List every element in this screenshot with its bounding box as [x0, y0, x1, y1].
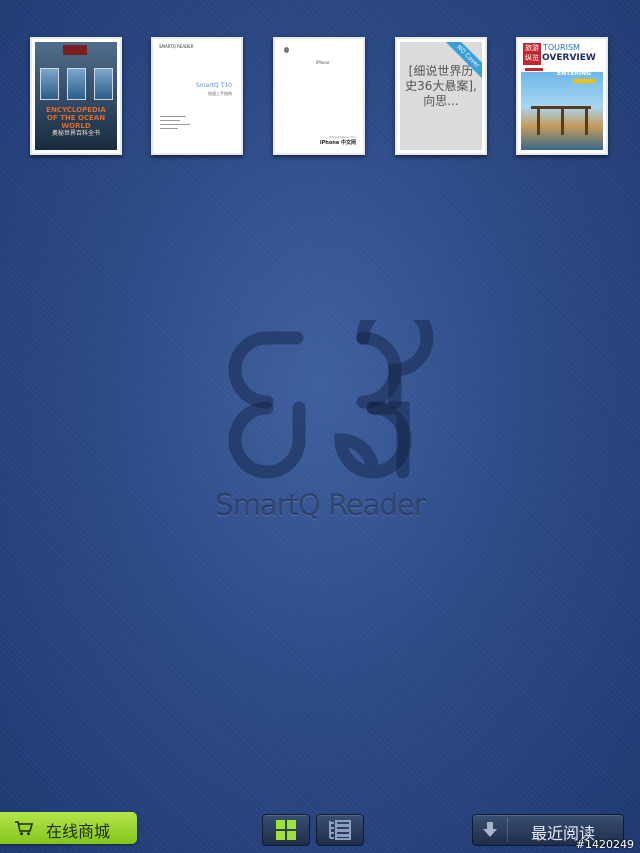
cover-subtitle: 快速上手指南: [208, 91, 232, 96]
cover-title: SmartQ T10: [195, 82, 232, 89]
grid-view-button[interactable]: [262, 814, 310, 846]
cover-title-top: TOURISM: [543, 43, 580, 52]
cover-title-line: ENCYCLOPEDIA: [46, 106, 106, 114]
divider: [160, 124, 190, 125]
cover-title: [细说世界历史36大悬案],向思...: [405, 64, 477, 108]
list-view-icon: [329, 820, 351, 840]
book-cover-history-mysteries[interactable]: [细说世界历史36大悬案],向思... NO Cover: [395, 37, 487, 155]
cart-icon: [15, 821, 34, 836]
divider: [507, 818, 508, 842]
cover-header: SMARTQ READER: [159, 44, 194, 49]
cover-art: 旅游纵览 TOURISM OVERVIEW ENTERING: [521, 42, 603, 150]
cover-title: OVERVIEW: [542, 53, 596, 63]
book-cover-smartq-guide[interactable]: SMARTQ READER SmartQ T10 快速上手指南: [151, 37, 243, 155]
publisher-logo: [63, 45, 87, 55]
cover-subtitle: 奥秘世界百科全书: [51, 130, 100, 137]
cover-art: iPhone iPhone.tgbus.com iPhone 中文网: [278, 42, 360, 150]
cover-stripe: [573, 79, 595, 83]
online-store-button[interactable]: 在线商城: [0, 812, 137, 844]
cover-masthead: 旅游纵览: [523, 43, 541, 65]
cover-title: iPhone: [316, 60, 330, 65]
online-store-label: 在线商城: [46, 822, 111, 841]
download-arrow-icon: [483, 822, 497, 837]
cover-stripe: [525, 68, 543, 71]
cover-photo-post: [585, 109, 588, 135]
list-view-button[interactable]: [316, 814, 364, 846]
divider: [160, 120, 180, 121]
cover-photo: [94, 68, 113, 100]
app-logo: SmartQ Reader: [205, 299, 435, 530]
app-logo-text: SmartQ Reader: [215, 488, 425, 522]
cover-brand: iPhone 中文网: [319, 140, 356, 146]
bookshelf: ENCYCLOPEDIA OF THE OCEAN WORLD 奥秘世界百科全书…: [0, 0, 640, 165]
cover-art: SMARTQ READER SmartQ T10 快速上手指南: [156, 42, 238, 150]
book-cover-tourism-overview[interactable]: 旅游纵览 TOURISM OVERVIEW ENTERING: [516, 37, 608, 155]
cover-line: ENTERING: [557, 70, 592, 77]
cover-art: [细说世界历史36大悬案],向思... NO Cover: [400, 42, 482, 150]
book-cover-iphone[interactable]: iPhone iPhone.tgbus.com iPhone 中文网: [273, 37, 365, 155]
cover-title: ENCYCLOPEDIA OF THE OCEAN WORLD: [39, 106, 113, 130]
image-watermark: #1420249: [575, 838, 634, 851]
smartq-logo-icon: [228, 299, 434, 479]
divider: [160, 116, 186, 117]
cover-photo-post: [561, 109, 564, 135]
cover-art: ENCYCLOPEDIA OF THE OCEAN WORLD 奥秘世界百科全书: [35, 42, 117, 150]
book-cover-ocean-encyclopedia[interactable]: ENCYCLOPEDIA OF THE OCEAN WORLD 奥秘世界百科全书: [30, 37, 122, 155]
cover-photo-post: [537, 109, 540, 135]
cover-photo: [67, 68, 86, 100]
cover-photo: [40, 68, 59, 100]
divider: [160, 128, 178, 129]
apple-icon: [284, 47, 289, 53]
